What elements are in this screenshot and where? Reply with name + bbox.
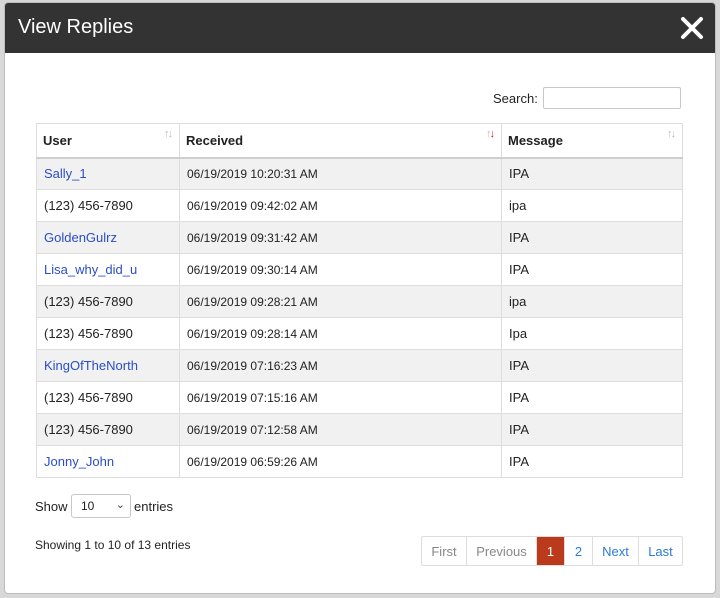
search-input[interactable] — [543, 87, 681, 109]
user-cell: Sally_1 — [36, 157, 180, 190]
user-cell: (123) 456-7890 — [36, 285, 180, 318]
close-icon[interactable] — [679, 15, 705, 41]
chevron-down-icon: ⌄ — [115, 499, 125, 511]
message-cell: Ipa — [501, 317, 683, 350]
user-cell: Lisa_why_did_u — [36, 253, 180, 286]
column-header-received[interactable]: Received ↑↓ — [179, 123, 502, 159]
received-cell: 06/19/2019 09:30:14 AM — [179, 253, 502, 286]
table-row: (123) 456-7890 06/19/2019 09:28:14 AM Ipa — [36, 317, 683, 350]
table-row: Jonny_John 06/19/2019 06:59:26 AM IPA — [36, 445, 683, 478]
sort-descending-icon[interactable]: ↑↓ — [486, 128, 495, 140]
column-header-user[interactable]: User ↑↓ — [36, 123, 180, 159]
received-cell: 06/19/2019 07:16:23 AM — [179, 349, 502, 382]
user-phone: (123) 456-7890 — [44, 198, 133, 213]
user-phone: (123) 456-7890 — [44, 390, 133, 405]
column-header-message[interactable]: Message ↑↓ — [501, 123, 683, 159]
show-label: Show — [35, 499, 68, 514]
table-body: Sally_1 06/19/2019 10:20:31 AM IPA (123) 45… — [36, 157, 683, 478]
received-cell: 06/19/2019 06:59:26 AM — [179, 445, 502, 478]
user-phone: (123) 456-7890 — [44, 326, 133, 341]
pagination: First Previous 1 2 Next Last — [421, 536, 683, 566]
user-link[interactable]: Jonny_John — [44, 454, 114, 469]
user-cell: (123) 456-7890 — [36, 381, 180, 414]
user-cell: KingOfTheNorth — [36, 349, 180, 382]
page-button-1[interactable]: 1 — [537, 537, 565, 565]
modal-titlebar: View Replies — [5, 3, 715, 53]
table-row: GoldenGulrz 06/19/2019 09:31:42 AM IPA — [36, 221, 683, 254]
table-header-row: User ↑↓ Received ↑↓ Message ↑↓ — [36, 123, 683, 159]
previous-page-button[interactable]: Previous — [467, 537, 537, 565]
message-cell: IPA — [501, 381, 683, 414]
received-cell: 06/19/2019 07:12:58 AM — [179, 413, 502, 446]
message-cell: ipa — [501, 189, 683, 222]
received-cell: 06/19/2019 09:28:21 AM — [179, 285, 502, 318]
user-phone: (123) 456-7890 — [44, 294, 133, 309]
user-cell: (123) 456-7890 — [36, 317, 180, 350]
modal-title: View Replies — [18, 16, 134, 38]
message-cell: IPA — [501, 253, 683, 286]
user-cell: Jonny_John — [36, 445, 180, 478]
user-cell: (123) 456-7890 — [36, 413, 180, 446]
received-cell: 06/19/2019 09:28:14 AM — [179, 317, 502, 350]
column-header-label: Received — [186, 132, 244, 148]
sort-icon[interactable]: ↑↓ — [164, 128, 173, 140]
table-row: (123) 456-7890 06/19/2019 07:15:16 AM IPA — [36, 381, 683, 414]
entries-per-page-value: 10 — [81, 499, 95, 513]
view-replies-modal: View Replies Search: User ↑↓ Received ↑↓… — [4, 2, 716, 594]
column-header-label: User — [43, 132, 72, 148]
message-cell: IPA — [501, 413, 683, 446]
last-page-button[interactable]: Last — [639, 537, 682, 565]
message-cell: IPA — [501, 221, 683, 254]
user-link[interactable]: Lisa_why_did_u — [44, 262, 137, 277]
column-header-label: Message — [508, 132, 563, 148]
table-row: KingOfTheNorth 06/19/2019 07:16:23 AM IPA — [36, 349, 683, 382]
user-link[interactable]: Sally_1 — [44, 166, 87, 181]
table-row: (123) 456-7890 06/19/2019 07:12:58 AM IPA — [36, 413, 683, 446]
search-label: Search: — [493, 91, 538, 106]
user-link[interactable]: KingOfTheNorth — [44, 358, 138, 373]
user-phone: (123) 456-7890 — [44, 422, 133, 437]
user-cell: (123) 456-7890 — [36, 189, 180, 222]
message-cell: IPA — [501, 157, 683, 190]
message-cell: IPA — [501, 349, 683, 382]
received-cell: 06/19/2019 07:15:16 AM — [179, 381, 502, 414]
table-row: Sally_1 06/19/2019 10:20:31 AM IPA — [36, 157, 683, 190]
page-button-2[interactable]: 2 — [565, 537, 593, 565]
table-row: (123) 456-7890 06/19/2019 09:28:21 AM ipa — [36, 285, 683, 318]
received-cell: 06/19/2019 09:42:02 AM — [179, 189, 502, 222]
received-cell: 06/19/2019 09:31:42 AM — [179, 221, 502, 254]
user-cell: GoldenGulrz — [36, 221, 180, 254]
received-cell: 06/19/2019 10:20:31 AM — [179, 157, 502, 190]
entries-label: entries — [134, 499, 174, 514]
table-row: (123) 456-7890 06/19/2019 09:42:02 AM ipa — [36, 189, 683, 222]
sort-icon[interactable]: ↑↓ — [667, 128, 676, 140]
next-page-button[interactable]: Next — [593, 537, 639, 565]
first-page-button[interactable]: First — [422, 537, 467, 565]
entries-per-page-select[interactable]: 10 ⌄ — [71, 494, 131, 518]
replies-table: User ↑↓ Received ↑↓ Message ↑↓ Sally_1 06… — [36, 123, 683, 478]
table-row: Lisa_why_did_u 06/19/2019 09:30:14 AM IPA — [36, 253, 683, 286]
table-info: Showing 1 to 10 of 13 entries — [35, 538, 191, 552]
message-cell: ipa — [501, 285, 683, 318]
user-link[interactable]: GoldenGulrz — [44, 230, 117, 245]
message-cell: IPA — [501, 445, 683, 478]
